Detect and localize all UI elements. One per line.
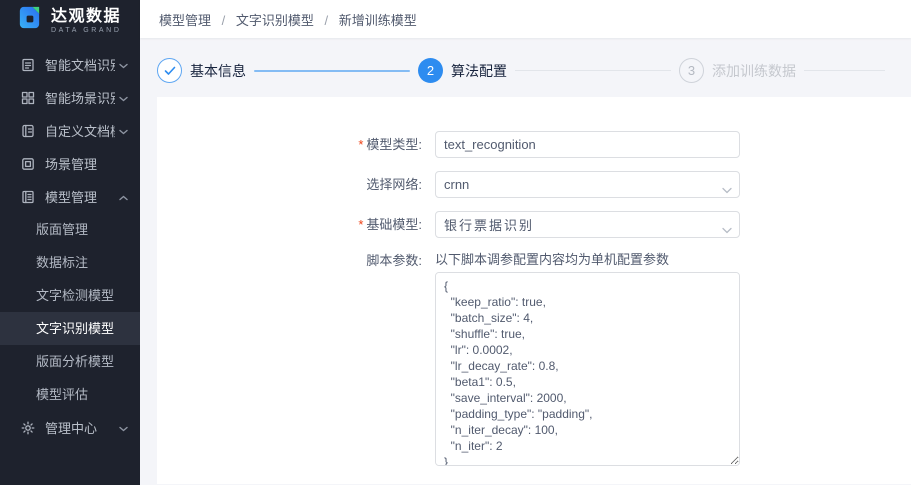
sidebar-item-model-evaluation[interactable]: 模型评估: [0, 378, 140, 411]
logo-title: 达观数据: [51, 8, 121, 26]
step-connector: [515, 70, 671, 71]
network-label: 选择网络:: [157, 171, 435, 198]
required-mark: *: [358, 217, 363, 232]
grid-icon: [20, 90, 35, 105]
sidebar-item-smart-scene-recognition[interactable]: 智能场景识别: [0, 81, 140, 114]
content-area: 基本信息 2 算法配置 3 添加训练数据 *模型类型:: [140, 38, 911, 485]
step-add-training-data: 3 添加训练数据: [679, 58, 893, 83]
network-select[interactable]: crnn: [435, 171, 740, 198]
main-area: 模型管理 / 文字识别模型 / 新增训练模型 基本信息 2 算法配置 3: [140, 0, 911, 485]
step-pending-circle: 3: [679, 58, 704, 83]
form-row-model-type: *模型类型:: [157, 131, 911, 158]
logo[interactable]: 达观数据 DATA GRAND: [0, 0, 140, 42]
model-type-input[interactable]: [435, 131, 740, 158]
sidebar-item-label: 智能场景识别: [45, 88, 115, 107]
sidebar-item-label: 模型管理: [45, 187, 115, 206]
sidebar-item-data-annotation[interactable]: 数据标注: [0, 246, 140, 279]
breadcrumb-item-new-training-model: 新增训练模型: [339, 13, 417, 28]
step-done-circle: [157, 58, 182, 83]
gear-icon: [20, 420, 35, 435]
sidebar: 达观数据 DATA GRAND 智能文档识别 智能场景识别: [0, 0, 140, 485]
stepper: 基本信息 2 算法配置 3 添加训练数据: [140, 38, 911, 97]
model-type-label: *模型类型:: [157, 131, 435, 158]
form-row-network: 选择网络: crnn: [157, 171, 911, 198]
chevron-down-icon: [119, 123, 128, 138]
breadcrumb-item-model-management[interactable]: 模型管理: [159, 13, 211, 28]
script-params-label: 脚本参数:: [157, 251, 435, 471]
scene-icon: [20, 156, 35, 171]
base-model-label: *基础模型:: [157, 211, 435, 238]
form-row-base-model: *基础模型: 银行票据识别: [157, 211, 911, 238]
base-model-select[interactable]: 银行票据识别: [435, 211, 740, 238]
form-row-script-params: 脚本参数: 以下脚本调参配置内容均为单机配置参数 { "keep_ratio":…: [157, 251, 911, 471]
sidebar-item-label: 自定义文档模板: [45, 121, 115, 140]
template-icon: [20, 123, 35, 138]
sidebar-item-text-detection-model[interactable]: 文字检测模型: [0, 279, 140, 312]
chevron-down-icon: [119, 57, 128, 72]
step-active-circle: 2: [418, 58, 443, 83]
required-mark: *: [358, 137, 363, 152]
breadcrumb-separator: /: [222, 13, 226, 28]
sidebar-item-label: 场景管理: [45, 154, 128, 173]
model-icon: [20, 189, 35, 204]
breadcrumb: 模型管理 / 文字识别模型 / 新增训练模型: [159, 10, 417, 29]
top-bar: 模型管理 / 文字识别模型 / 新增训练模型: [140, 0, 911, 38]
chevron-down-icon: [722, 181, 732, 199]
sidebar-item-custom-doc-template[interactable]: 自定义文档模板: [0, 114, 140, 147]
step-label: 基本信息: [190, 61, 246, 81]
script-params-hint: 以下脚本调参配置内容均为单机配置参数: [435, 251, 740, 269]
step-label: 添加训练数据: [712, 61, 796, 81]
step-basic-info: 基本信息: [157, 58, 418, 83]
check-icon: [164, 66, 176, 76]
sidebar-item-label: 管理中心: [45, 418, 115, 437]
chevron-up-icon: [119, 189, 128, 204]
sidebar-menu: 智能文档识别 智能场景识别 自定义文档模板: [0, 48, 140, 444]
sidebar-item-label: 智能文档识别: [45, 55, 115, 74]
sidebar-item-layout-management[interactable]: 版面管理: [0, 213, 140, 246]
sidebar-item-smart-doc-recognition[interactable]: 智能文档识别: [0, 48, 140, 81]
chevron-down-icon: [119, 90, 128, 105]
sidebar-item-text-recognition-model[interactable]: 文字识别模型: [0, 312, 140, 345]
chevron-down-icon: [119, 420, 128, 435]
breadcrumb-item-text-recognition-model[interactable]: 文字识别模型: [236, 13, 314, 28]
datagrand-logo-icon: [16, 5, 43, 37]
step-label: 算法配置: [451, 61, 507, 81]
breadcrumb-separator: /: [325, 13, 329, 28]
step-connector: [804, 70, 885, 71]
script-params-textarea[interactable]: { "keep_ratio": true, "batch_size": 4, "…: [435, 272, 740, 466]
chevron-down-icon: [722, 221, 732, 239]
sidebar-item-admin-center[interactable]: 管理中心: [0, 411, 140, 444]
sidebar-item-model-management[interactable]: 模型管理: [0, 180, 140, 213]
step-algorithm-config: 2 算法配置: [418, 58, 679, 83]
document-icon: [20, 57, 35, 72]
sidebar-item-layout-analysis-model[interactable]: 版面分析模型: [0, 345, 140, 378]
logo-subtitle: DATA GRAND: [51, 26, 121, 35]
form-card: *模型类型: 选择网络: crnn *基础模型: 银行票据识别: [157, 97, 911, 484]
step-connector: [254, 70, 410, 72]
sidebar-item-scene-management[interactable]: 场景管理: [0, 147, 140, 180]
